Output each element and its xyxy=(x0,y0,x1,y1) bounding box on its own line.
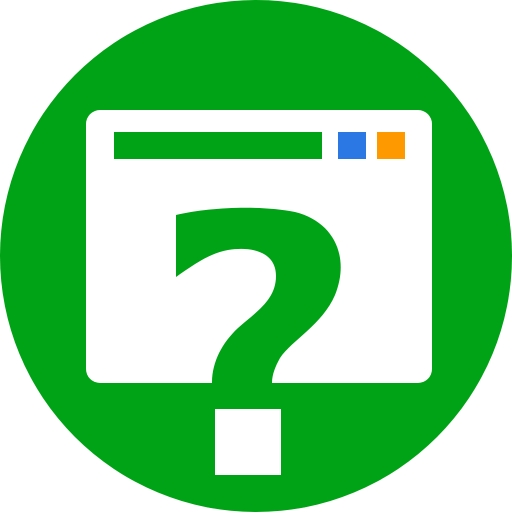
window-question-icon xyxy=(0,0,512,512)
title-bar xyxy=(114,132,322,159)
window-button-blue xyxy=(338,132,366,159)
window-button-orange xyxy=(377,132,405,159)
app-icon xyxy=(0,0,512,512)
question-mark-dot xyxy=(215,409,281,475)
